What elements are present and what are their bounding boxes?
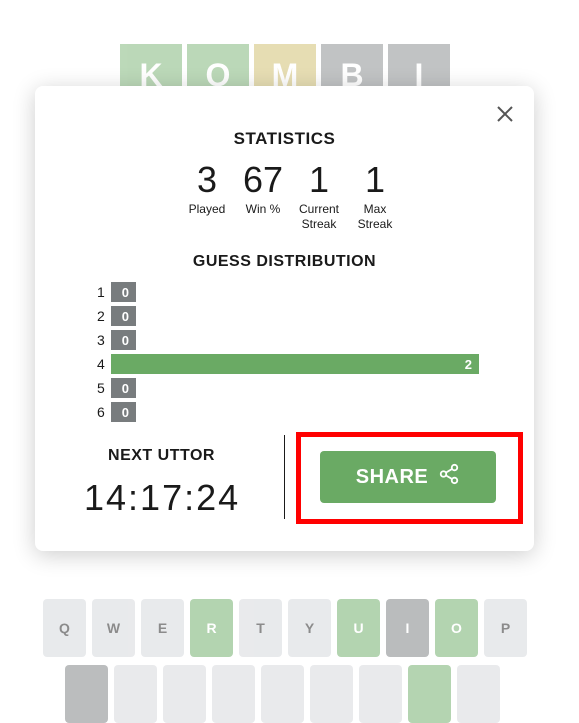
share-icon: [438, 463, 460, 491]
divider: [284, 435, 285, 519]
key-u[interactable]: U: [337, 599, 380, 657]
share-button[interactable]: SHARE: [320, 451, 496, 503]
guess-number: 4: [97, 356, 105, 372]
guess-number: 2: [97, 308, 105, 324]
distribution-row: 30: [97, 330, 497, 350]
countdown-timer: 14:17:24: [84, 477, 241, 518]
close-icon[interactable]: [495, 104, 515, 124]
statistics-title: STATISTICS: [233, 129, 336, 148]
distribution-row: 60: [97, 402, 497, 422]
distribution-bar: 2: [111, 354, 479, 374]
guess-number: 6: [97, 404, 105, 420]
stat-value: 3: [196, 159, 218, 200]
stat-label: Max Streak: [357, 202, 393, 231]
stat-current-streak: 1 Current Streak: [291, 160, 347, 232]
stat-value: 1: [308, 159, 330, 200]
keyboard-key[interactable]: [65, 665, 108, 723]
guess-number: 5: [97, 380, 105, 396]
stat-label: Win %: [245, 202, 281, 216]
keyboard-row-1: Q W E R T Y U I O P: [43, 599, 527, 657]
distribution-bar: 0: [111, 330, 136, 350]
guess-number: 3: [97, 332, 105, 348]
key-e[interactable]: E: [141, 599, 184, 657]
keyboard-key[interactable]: [457, 665, 500, 723]
stat-label: Played: [188, 202, 226, 216]
stat-label: Current Streak: [298, 202, 339, 231]
key-y[interactable]: Y: [288, 599, 331, 657]
distribution-bar: 0: [111, 402, 136, 422]
key-q[interactable]: Q: [43, 599, 86, 657]
key-t[interactable]: T: [239, 599, 282, 657]
share-label: SHARE: [355, 465, 429, 488]
key-r[interactable]: R: [190, 599, 233, 657]
keyboard-key[interactable]: [408, 665, 451, 723]
keyboard-key[interactable]: [261, 665, 304, 723]
distribution-bar: 0: [111, 378, 136, 398]
stat-value: 1: [364, 159, 386, 200]
next-label: NEXT UTTOR: [108, 447, 215, 464]
keyboard-key[interactable]: [212, 665, 255, 723]
statistics-modal: STATISTICS 3 Played 67 Win % 1 Current S…: [35, 86, 534, 551]
key-o[interactable]: O: [435, 599, 478, 657]
keyboard-key[interactable]: [310, 665, 353, 723]
distribution-row: 20: [97, 306, 497, 326]
guess-number: 1: [97, 284, 105, 300]
key-w[interactable]: W: [92, 599, 135, 657]
stat-value: 67: [242, 159, 284, 200]
stats-row: 3 Played 67 Win % 1 Current Streak 1 Max…: [179, 160, 403, 232]
keyboard-key[interactable]: [163, 665, 206, 723]
distribution-row: 10: [97, 282, 497, 302]
guess-distribution-title: GUESS DISTRIBUTION: [192, 253, 377, 270]
key-i[interactable]: I: [386, 599, 429, 657]
stat-win-percent: 67 Win %: [235, 160, 291, 232]
key-p[interactable]: P: [484, 599, 527, 657]
keyboard-key[interactable]: [114, 665, 157, 723]
guess-distribution: 102030425060: [97, 282, 497, 426]
distribution-row: 42: [97, 354, 497, 374]
keyboard-row-2: [65, 665, 500, 723]
distribution-bar: 0: [111, 306, 136, 326]
keyboard-key[interactable]: [359, 665, 402, 723]
distribution-row: 50: [97, 378, 497, 398]
next-word-countdown: NEXT UTTOR 14:17:24: [84, 447, 239, 519]
stat-played: 3 Played: [179, 160, 235, 232]
stat-max-streak: 1 Max Streak: [347, 160, 403, 232]
distribution-bar: 0: [111, 282, 136, 302]
